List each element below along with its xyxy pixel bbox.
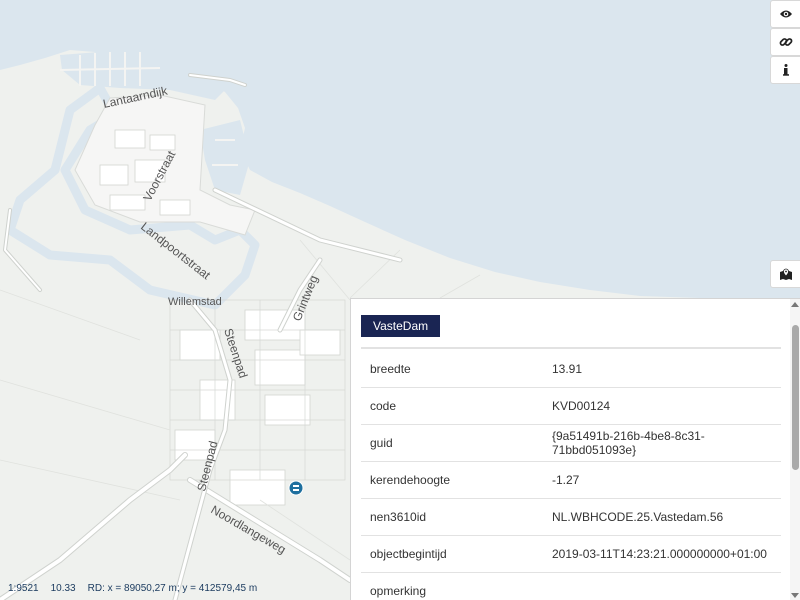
- scale-readout: 1:9521: [8, 583, 39, 594]
- attribute-key: code: [370, 399, 397, 413]
- attribute-key: objectbegintijd: [370, 547, 447, 561]
- tab-vastedam[interactable]: VasteDam: [361, 315, 441, 337]
- attribute-row: kerendehoogte -1.27: [361, 462, 781, 499]
- attribute-row: objectbegintijd 2019-03-11T14:23:21.0000…: [361, 536, 781, 573]
- map-marker-icon: [779, 268, 792, 280]
- attribute-row: nen3610id NL.WBHCODE.25.Vastedam.56: [361, 499, 781, 536]
- attribute-row: guid {9a51491b-216b-4be8-8c31-71bbd05109…: [361, 425, 781, 462]
- attribute-key: nen3610id: [370, 510, 427, 524]
- attribute-value: 13.91: [552, 362, 583, 376]
- zoom-readout: 10.33: [50, 583, 76, 594]
- attribute-row: code KVD00124: [361, 388, 781, 425]
- attribute-row: opmerking: [361, 573, 781, 600]
- attribute-value: 2019-03-11T14:23:21.000000000+01:00: [552, 547, 767, 561]
- link-icon: [779, 38, 792, 46]
- attribute-value: KVD00124: [552, 399, 611, 413]
- label-willemstad: Willemstad: [168, 296, 222, 308]
- eye-icon: [779, 10, 792, 18]
- attribute-value: -1.27: [552, 473, 580, 487]
- panel-scrollbar[interactable]: [790, 299, 800, 600]
- tab-underline: [361, 347, 781, 349]
- attribute-table: breedte 13.91 code KVD00124 guid {9a5149…: [361, 351, 781, 600]
- coordinate-readout: RD: x = 89050,27 m; y = 412579,45 m: [87, 583, 258, 594]
- attribute-value: NL.WBHCODE.25.Vastedam.56: [552, 510, 724, 524]
- attribute-key: opmerking: [370, 584, 427, 598]
- attribute-value: {9a51491b-216b-4be8-8c31-71bbd051093e}: [552, 429, 705, 457]
- scroll-thumb[interactable]: [792, 325, 799, 470]
- visibility-button[interactable]: [770, 0, 800, 28]
- info-button[interactable]: [770, 56, 800, 84]
- attribute-row: breedte 13.91: [361, 351, 781, 388]
- share-link-button[interactable]: [770, 28, 800, 56]
- feature-marker[interactable]: [288, 480, 304, 496]
- feature-info-panel[interactable]: VasteDam breedte 13.91 code KVD00124 gui…: [350, 298, 800, 600]
- info-icon: [782, 64, 789, 76]
- map-statusbar: 1:9521 10.33 RD: x = 89050,27 m; y = 412…: [8, 583, 257, 594]
- scroll-down-arrow-icon[interactable]: [791, 593, 799, 598]
- map-legend-button[interactable]: [770, 260, 800, 288]
- scroll-up-arrow-icon[interactable]: [791, 302, 799, 307]
- attribute-key: kerendehoogte: [370, 473, 451, 487]
- attribute-key: guid: [370, 436, 393, 450]
- attribute-key: breedte: [370, 362, 411, 376]
